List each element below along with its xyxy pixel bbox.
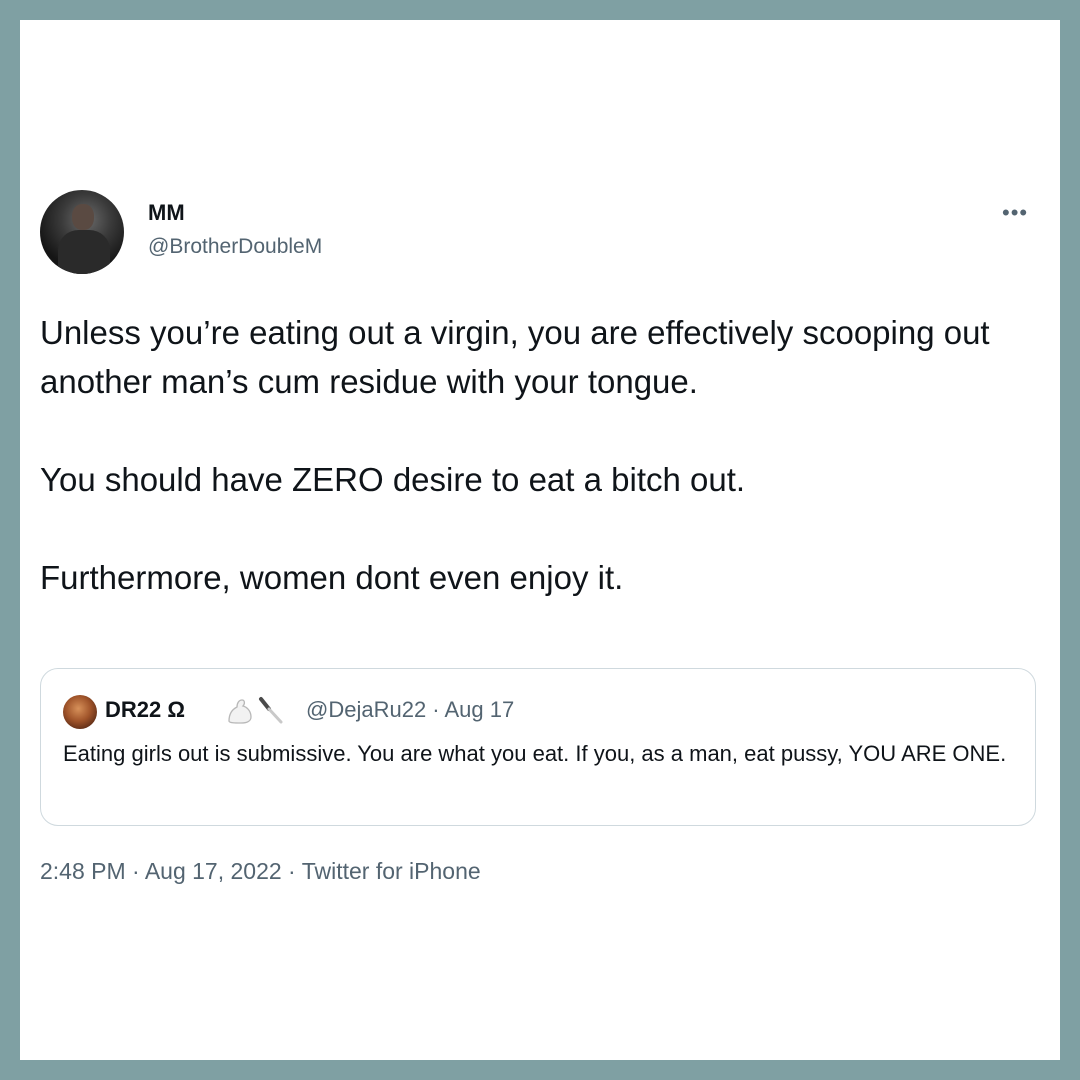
tweet-timestamp[interactable]: 2:48 PM · Aug 17, 2022 · Twitter for iPh… <box>40 858 481 885</box>
tweet-text: Unless you’re eating out a virgin, you a… <box>40 308 1020 602</box>
author-avatar[interactable] <box>40 190 124 274</box>
tweet-paragraph: Unless you’re eating out a virgin, you a… <box>40 314 990 400</box>
avatar-head-shape <box>72 204 94 230</box>
tweet-paragraph: Furthermore, women dont even enjoy it. <box>40 559 624 596</box>
knife-icon <box>259 697 283 724</box>
author-name[interactable]: MM <box>148 200 185 226</box>
tweet-card: MM @BrotherDoubleM ••• Unless you’re eat… <box>20 20 1060 1060</box>
more-options-icon[interactable]: ••• <box>1002 200 1028 226</box>
quoted-handle-date: @DejaRu22 · Aug 17 <box>306 697 515 722</box>
emoji-group <box>228 697 283 724</box>
quoted-tweet-text: Eating girls out is submissive. You are … <box>63 741 1007 766</box>
quoted-author-avatar <box>63 695 97 729</box>
flexed-biceps-icon <box>228 699 252 724</box>
tweet-paragraph: You should have ZERO desire to eat a bit… <box>40 461 746 498</box>
quoted-author-name: DR22 Ω <box>105 697 185 722</box>
quoted-tweet[interactable]: DR22 Ω @DejaRu22 · Aug 17 Eating girls o… <box>40 668 1036 826</box>
avatar-body-shape <box>58 230 110 274</box>
author-handle[interactable]: @BrotherDoubleM <box>148 235 322 259</box>
